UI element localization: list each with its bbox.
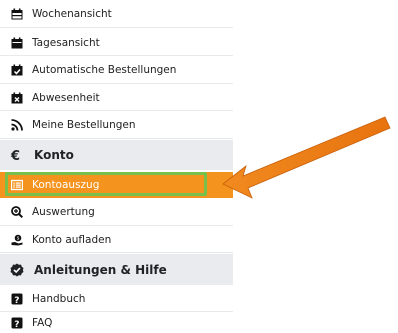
svg-text:?: ? [14, 295, 19, 304]
euro-icon: € [10, 148, 24, 162]
question-square-icon: ? [11, 317, 23, 329]
section-title: Anleitungen & Hilfe [34, 262, 167, 277]
sidebar-item-label: Konto aufladen [32, 233, 112, 246]
sidebar-item-abwesenheit[interactable]: Abwesenheit [0, 85, 233, 111]
calendar-day-icon [11, 37, 23, 49]
sidebar-item-label: Handbuch [32, 292, 86, 305]
sidebar-item-wochenansicht[interactable]: Wochenansicht [0, 0, 233, 28]
svg-text:?: ? [14, 320, 19, 329]
money-hand-icon: $ [11, 234, 23, 246]
section-header-anleitungen-hilfe: Anleitungen & Hilfe [0, 254, 233, 285]
badge-check-icon [10, 263, 24, 277]
sidebar-item-faq[interactable]: ? FAQ [0, 313, 233, 333]
sidebar-navigation: Wochenansicht Tagesansicht Automatische … [0, 0, 233, 333]
highlight-frame [5, 172, 207, 196]
section-header-konto: € Konto [0, 140, 233, 170]
rss-icon [11, 119, 23, 131]
svg-text:$: $ [17, 235, 20, 241]
search-plus-icon [11, 206, 23, 218]
sidebar-item-label: Meine Bestellungen [32, 119, 136, 131]
sidebar-item-label: FAQ [32, 317, 53, 329]
question-square-icon: ? [11, 293, 23, 305]
sidebar-item-konto-aufladen[interactable]: $ Konto aufladen [0, 227, 233, 253]
calendar-check-icon [11, 64, 23, 76]
calendar-times-icon [11, 92, 23, 104]
sidebar-item-tagesansicht[interactable]: Tagesansicht [0, 30, 233, 56]
sidebar-item-handbuch[interactable]: ? Handbuch [0, 286, 233, 312]
sidebar-item-auswertung[interactable]: Auswertung [0, 199, 233, 226]
calendar-week-icon [11, 8, 23, 20]
sidebar-item-automatische-bestellungen[interactable]: Automatische Bestellungen [0, 57, 233, 84]
sidebar-item-label: Automatische Bestellungen [32, 64, 177, 76]
section-title: Konto [34, 148, 74, 162]
sidebar-item-label: Tagesansicht [32, 36, 100, 49]
sidebar-item-meine-bestellungen[interactable]: Meine Bestellungen [0, 112, 233, 139]
svg-text:€: € [10, 149, 20, 162]
sidebar-item-label: Abwesenheit [32, 91, 100, 104]
sidebar-item-label: Auswertung [32, 206, 95, 218]
sidebar-item-label: Wochenansicht [32, 7, 112, 20]
